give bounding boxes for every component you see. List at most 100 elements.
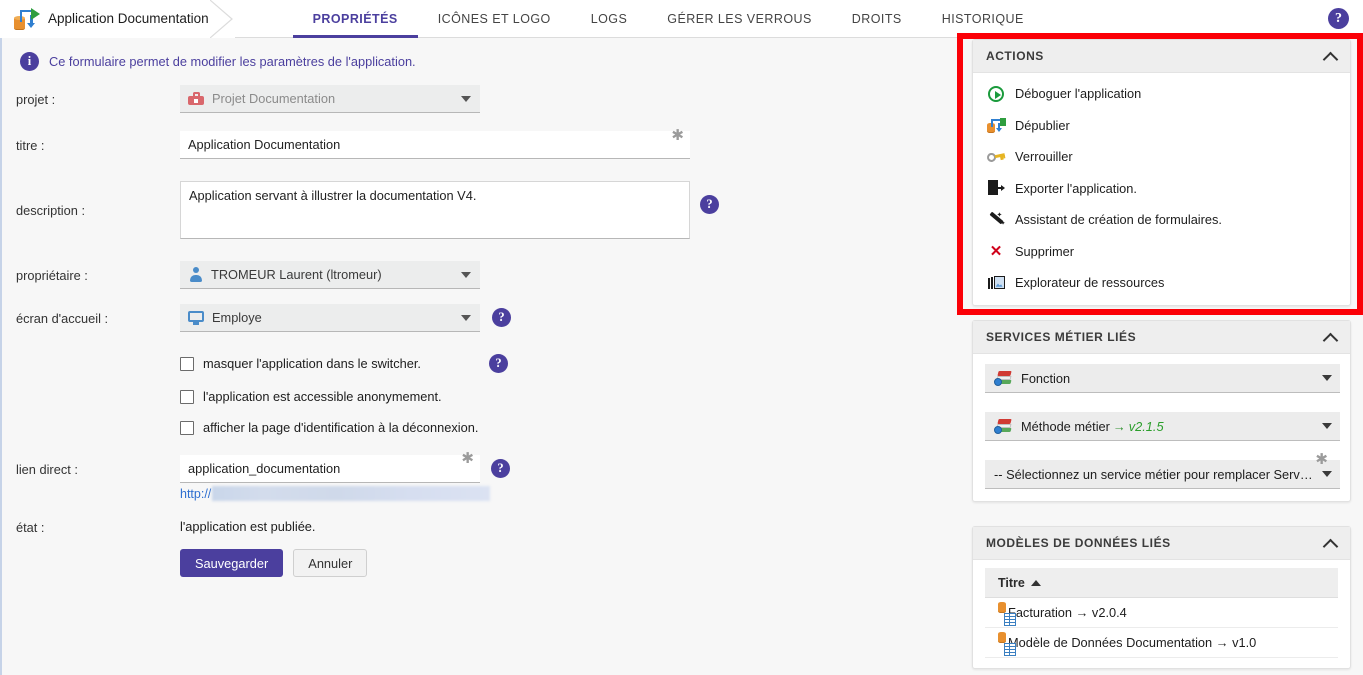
- checkbox-page-identification[interactable]: [180, 420, 194, 435]
- action-depublier[interactable]: Dépublier: [973, 110, 1350, 142]
- checkbox-label: l'application est accessible anonymement…: [203, 389, 442, 404]
- chevron-down-icon: [1322, 375, 1332, 381]
- services-metier-card: SERVICES MÉTIER LIÉS Fonction Méthode mé…: [972, 320, 1351, 502]
- properties-form-pane: i Ce formulaire permet de modifier les p…: [0, 38, 952, 675]
- action-exporter-application[interactable]: Exporter l'application.: [973, 173, 1350, 205]
- checkbox-acces-anonyme[interactable]: [180, 389, 194, 404]
- chevron-up-icon[interactable]: [1324, 537, 1337, 550]
- required-marker-titre: ✱: [671, 127, 684, 144]
- tab-bar: PROPRIÉTÉS ICÔNES ET LOGO LOGS GÉRER LES…: [292, 0, 1044, 38]
- action-explorateur-de-ressources[interactable]: Explorateur de ressources: [973, 267, 1350, 299]
- lien-direct-help-button[interactable]: ?: [491, 459, 510, 478]
- tab-proprietes[interactable]: PROPRIÉTÉS: [292, 0, 418, 38]
- projet-select[interactable]: Projet Documentation: [180, 85, 480, 113]
- tab-logs[interactable]: LOGS: [571, 0, 648, 38]
- field-row-description: description : ?: [2, 181, 952, 239]
- ecran-accueil-help-button[interactable]: ?: [492, 308, 511, 327]
- ecran-accueil-select[interactable]: Employe: [180, 304, 480, 332]
- sidebar-pane: ACTIONS Déboguer l'application Dépublier: [957, 0, 1363, 675]
- magic-wand-icon: ✦ ✦: [987, 211, 1006, 228]
- checkbox-masquer-switcher[interactable]: [180, 356, 194, 371]
- action-label: Exporter l'application.: [1015, 180, 1137, 196]
- tab-icones-et-logo[interactable]: ICÔNES ET LOGO: [418, 0, 571, 38]
- tab-label: ICÔNES ET LOGO: [437, 11, 551, 26]
- required-marker-service: ✱: [1315, 451, 1328, 468]
- checkbox-row-anonyme: l'application est accessible anonymement…: [2, 389, 952, 404]
- tab-gerer-les-verrous[interactable]: GÉRER LES VERROUS: [647, 0, 832, 38]
- column-header-label: Titre: [998, 575, 1025, 590]
- services-metier-body: Fonction Méthode métier → v2.1.5 -- Séle…: [973, 354, 1350, 501]
- proprietaire-select-value: TROMEUR Laurent (ltromeur): [211, 267, 382, 282]
- cancel-button[interactable]: Annuler: [293, 549, 368, 577]
- label-titre: titre :: [16, 138, 45, 153]
- help-circle-icon: ?: [491, 459, 510, 478]
- table-row[interactable]: Modèle de Données Documentation → v1.0: [985, 628, 1338, 658]
- action-supprimer[interactable]: ✕ Supprimer: [973, 236, 1350, 268]
- field-row-projet: projet : Projet Documentation: [2, 85, 952, 113]
- description-textarea[interactable]: [180, 181, 690, 239]
- unpublish-icon: [987, 117, 1006, 133]
- modeles-donnees-title: MODÈLES DE DONNÉES LIÉS: [986, 536, 1171, 550]
- action-assistant-creation-formulaires[interactable]: ✦ ✦ Assistant de création de formulaires.: [973, 204, 1350, 236]
- proprietaire-select[interactable]: TROMEUR Laurent (ltromeur): [180, 261, 480, 289]
- action-label: Assistant de création de formulaires.: [1015, 212, 1222, 228]
- monitor-icon: [188, 310, 204, 325]
- actions-card: ACTIONS Déboguer l'application Dépublier: [972, 39, 1351, 306]
- action-label: Verrouiller: [1015, 149, 1073, 165]
- chevron-up-icon[interactable]: [1324, 331, 1337, 344]
- breadcrumb: Application Documentation: [0, 0, 235, 38]
- breadcrumb-chevron-icon: [209, 0, 236, 38]
- service-select-methode-metier[interactable]: Méthode métier → v2.1.5: [985, 412, 1340, 441]
- page-title: Application Documentation: [48, 11, 209, 26]
- label-ecran-accueil: écran d'accueil :: [16, 311, 109, 326]
- business-service-icon: [994, 418, 1012, 434]
- actions-card-header[interactable]: ACTIONS: [973, 40, 1350, 73]
- table-row-label: Facturation → v2.0.4: [1008, 605, 1127, 620]
- chevron-down-icon: [461, 96, 471, 102]
- sort-asc-icon: [1030, 579, 1041, 586]
- service-replace-select[interactable]: -- Sélectionnez un service métier pour r…: [985, 452, 1340, 489]
- save-button[interactable]: Sauvegarder: [180, 549, 284, 577]
- action-label: Déboguer l'application: [1015, 86, 1142, 102]
- action-label: Dépublier: [1015, 117, 1070, 133]
- action-verrouiller[interactable]: Verrouiller: [973, 141, 1350, 173]
- service-select-fonction[interactable]: Fonction: [985, 364, 1340, 393]
- masquer-help-button[interactable]: ?: [488, 354, 508, 373]
- help-circle-icon: ?: [492, 308, 511, 327]
- lien-direct-url[interactable]: http://: [180, 487, 211, 501]
- tab-droits[interactable]: DROITS: [832, 0, 922, 38]
- chevron-up-icon[interactable]: [1324, 50, 1337, 63]
- service-version: v2.1.5: [1128, 418, 1164, 434]
- modeles-donnees-header[interactable]: MODÈLES DE DONNÉES LIÉS: [973, 527, 1350, 560]
- table-row-label: Modèle de Données Documentation → v1.0: [1008, 635, 1257, 650]
- key-icon: [986, 150, 1006, 164]
- form-button-row: Sauvegarder Annuler: [2, 549, 952, 577]
- table-row[interactable]: Facturation → v2.0.4: [985, 598, 1338, 628]
- lien-direct-input[interactable]: [180, 455, 480, 483]
- checkbox-row-identification: afficher la page d'identification à la d…: [2, 420, 952, 435]
- label-etat: état :: [16, 520, 45, 535]
- label-proprietaire: propriétaire :: [16, 268, 88, 283]
- description-help-button[interactable]: ?: [700, 195, 719, 214]
- gallery-icon: [987, 275, 1005, 290]
- etat-value: l'application est publiée.: [180, 519, 316, 534]
- titre-input[interactable]: [180, 131, 690, 159]
- field-row-etat: état : l'application est publiée.: [2, 513, 952, 535]
- action-deboguer-application[interactable]: Déboguer l'application: [973, 78, 1350, 110]
- services-metier-title: SERVICES MÉTIER LIÉS: [986, 330, 1137, 344]
- checkbox-label: afficher la page d'identification à la d…: [203, 420, 479, 435]
- services-metier-header[interactable]: SERVICES MÉTIER LIÉS: [973, 321, 1350, 354]
- required-marker-lien-direct: ✱: [461, 450, 474, 467]
- toolbox-icon: [188, 92, 204, 105]
- help-circle-icon: ?: [700, 195, 719, 214]
- export-icon: [987, 180, 1005, 196]
- tab-label: GÉRER LES VERROUS: [667, 11, 812, 26]
- chevron-down-icon: [461, 315, 471, 321]
- service-label: Fonction: [1021, 370, 1071, 386]
- action-label: Supprimer: [1015, 243, 1075, 259]
- table-header-titre[interactable]: Titre: [985, 568, 1338, 598]
- info-banner: i Ce formulaire permet de modifier les p…: [2, 38, 952, 71]
- modeles-donnees-table: Titre Facturation → v2.0.4 Modèle de Don…: [973, 560, 1350, 668]
- field-row-lien-direct: lien direct : ✱ ?: [2, 451, 952, 483]
- actions-card-title: ACTIONS: [986, 49, 1044, 63]
